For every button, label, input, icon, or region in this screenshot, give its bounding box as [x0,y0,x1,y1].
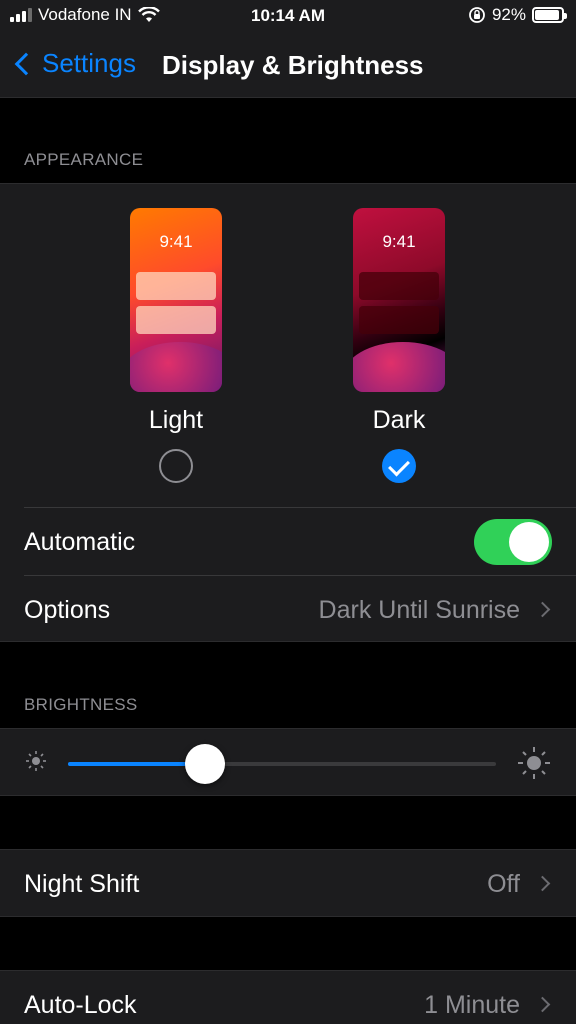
sun-small-icon [26,751,46,771]
chevron-right-icon [534,996,551,1013]
dark-preview[interactable]: 9:41 [353,208,445,392]
auto-lock-value: 1 Minute [424,991,520,1019]
light-radio[interactable] [159,449,193,483]
sun-large-icon [518,747,550,779]
options-label: Options [24,596,111,624]
chevron-right-icon [534,601,551,618]
light-preview[interactable]: 9:41 [130,208,222,392]
brightness-group [0,728,576,796]
preview-wallpaper [130,342,222,392]
appearance-group: 9:41 Light 9:41 Dark Automatic Options D… [0,183,576,642]
auto-lock-row[interactable]: Auto-Lock 1 Minute [0,971,576,1024]
dark-label: Dark [372,406,426,434]
preview-notification [359,306,439,334]
night-shift-group: Night Shift Off [0,849,576,917]
automatic-label: Automatic [24,528,136,556]
navigation-bar: Settings Display & Brightness [0,34,576,98]
options-row[interactable]: Options Dark Until Sunrise [0,576,576,644]
dark-radio-checkmark-icon[interactable] [382,449,416,483]
preview-notification [136,272,216,300]
night-shift-value: Off [487,870,520,898]
appearance-header: APPEARANCE [24,150,144,169]
page-title: Display & Brightness [162,50,424,80]
auto-lock-label: Auto-Lock [24,991,137,1019]
orientation-lock-icon [469,7,485,23]
automatic-row: Automatic [0,508,576,576]
toggle-knob [509,522,549,562]
preview-notification [136,306,216,334]
appearance-dark-option[interactable]: 9:41 Dark [353,208,445,483]
auto-lock-group: Auto-Lock 1 Minute [0,970,576,1024]
battery-percent: 92% [491,5,526,24]
brightness-slider[interactable] [68,744,496,784]
appearance-light-option[interactable]: 9:41 Light [130,208,222,483]
light-label: Light [148,406,204,434]
battery-icon [532,7,567,23]
automatic-toggle[interactable] [474,519,552,565]
night-shift-label: Night Shift [24,870,140,898]
status-right: 92% [468,5,567,25]
slider-thumb[interactable] [184,744,225,784]
chevron-left-icon [14,52,38,75]
dark-preview-time: 9:41 [382,232,416,251]
light-preview-time: 9:41 [159,232,193,251]
back-button[interactable]: Settings [10,48,136,79]
back-label: Settings [42,48,136,78]
options-value: Dark Until Sunrise [318,596,520,624]
chevron-right-icon [534,875,551,892]
preview-notification [359,272,439,300]
preview-wallpaper [353,342,445,392]
status-bar: Vodafone IN 10:14 AM 92% [0,0,576,34]
brightness-header: BRIGHTNESS [24,695,138,714]
night-shift-row[interactable]: Night Shift Off [0,850,576,918]
